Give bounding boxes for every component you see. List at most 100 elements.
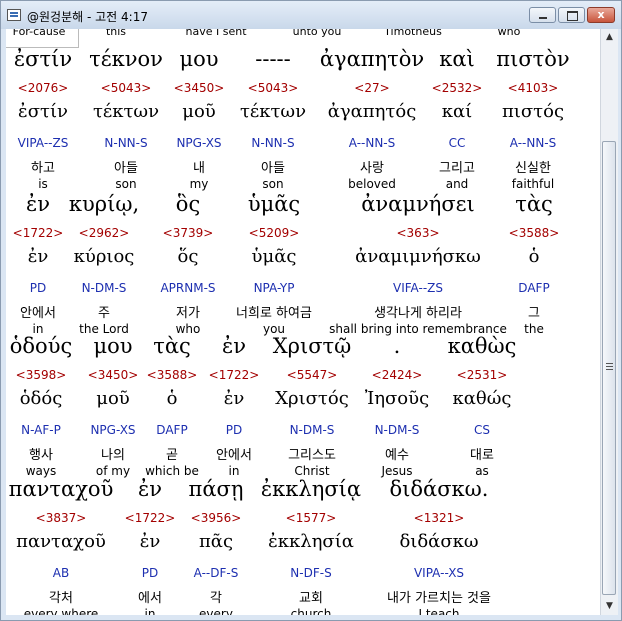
strong-number[interactable]: <1722> — [209, 368, 260, 382]
strong-number[interactable]: <3739> — [163, 226, 214, 240]
strong-number[interactable]: <5043> — [101, 81, 152, 95]
minimize-button[interactable] — [529, 7, 556, 23]
morph-code: NPG-XS — [176, 136, 222, 150]
strong-number[interactable]: <2531> — [457, 368, 508, 382]
lemma-word: καθώς — [452, 388, 512, 409]
morph-code: DAFP — [518, 281, 550, 295]
morph-code: N-DM-S — [374, 423, 420, 437]
korean-gloss: 주 — [98, 306, 110, 321]
strong-number[interactable]: <1722> — [13, 226, 64, 240]
greek-word: καὶ — [439, 47, 475, 71]
korean-gloss: 내 — [193, 161, 205, 176]
strong-number[interactable]: <3450> — [88, 368, 139, 382]
morph-code: AB — [52, 566, 70, 580]
window-title: @원겅분해 - 고전 4:17 — [27, 10, 148, 24]
strong-number[interactable]: <27> — [354, 81, 389, 95]
vertical-scrollbar[interactable]: ▲ ▼ — [600, 29, 618, 615]
grip-line — [606, 363, 613, 364]
scroll-thumb[interactable] — [602, 141, 616, 595]
morph-code: A--NN-S — [509, 136, 557, 150]
english-gloss: church — [290, 607, 332, 615]
lemma-word: διδάσκω — [399, 531, 479, 552]
greek-word: ἀναμνήσει — [361, 192, 475, 216]
korean-gloss: 행사 — [29, 448, 53, 463]
strong-number[interactable]: <5043> — [248, 81, 299, 95]
lemma-word: μοῦ — [182, 101, 216, 122]
strong-number[interactable]: <3588> — [509, 226, 560, 240]
greek-word: ----- — [255, 47, 291, 71]
english-gloss: my — [189, 177, 209, 191]
scroll-up-icon[interactable]: ▲ — [602, 30, 617, 45]
lemma-word: ἀναμιμνήσκω — [355, 246, 481, 267]
interlinear-view[interactable]: For-cause this have I sent unto you Timotheu… — [6, 29, 600, 615]
strong-number[interactable]: <2962> — [79, 226, 130, 240]
korean-gloss: 그리고 — [439, 161, 475, 176]
strong-number[interactable]: <2424> — [372, 368, 423, 382]
korean-gloss: 대로 — [470, 448, 494, 463]
korean-gloss: 사랑 — [360, 161, 384, 176]
close-button[interactable]: x — [587, 7, 615, 23]
greek-word: . — [393, 334, 401, 358]
morph-code: VIPA--ZS — [17, 136, 69, 150]
header-gloss: this — [105, 29, 127, 38]
strong-number[interactable]: <1321> — [414, 511, 465, 525]
strong-number[interactable]: <3588> — [147, 368, 198, 382]
greek-word: ἐν — [25, 192, 51, 216]
greek-word: ἐν — [137, 477, 163, 501]
strong-number[interactable]: <1722> — [125, 511, 176, 525]
english-gloss: every — [199, 607, 233, 615]
strong-number[interactable]: <5547> — [287, 368, 338, 382]
strong-number[interactable]: <5209> — [249, 226, 300, 240]
header-gloss: have I sent — [185, 29, 247, 38]
morph-code: PD — [225, 423, 243, 437]
greek-word: ἐν — [221, 334, 247, 358]
greek-word: διδάσκω. — [389, 477, 489, 501]
morph-code: APRNM-S — [160, 281, 216, 295]
morph-code: N-NN-S — [251, 136, 295, 150]
english-gloss: beloved — [348, 177, 396, 191]
greek-word: τὰς — [153, 334, 191, 358]
strong-number[interactable]: <363> — [396, 226, 439, 240]
lemma-word: ἐν — [27, 246, 49, 267]
strong-number[interactable]: <3956> — [191, 511, 242, 525]
grip-line — [606, 369, 613, 370]
english-gloss: of my — [95, 464, 131, 478]
morph-code: NPG-XS — [90, 423, 136, 437]
lemma-word: κύριος — [73, 246, 135, 267]
greek-word: κυρίῳ, — [68, 192, 140, 216]
strong-number[interactable]: <2532> — [432, 81, 483, 95]
scroll-down-icon[interactable]: ▼ — [602, 599, 617, 614]
english-gloss: in — [144, 607, 156, 615]
english-gloss: which be — [145, 464, 199, 478]
greek-word: ἐκκλησίᾳ — [260, 477, 362, 501]
header-gloss: Timotheus — [384, 29, 442, 38]
title-bar[interactable]: @원겅분해 - 고전 4:17 x — [1, 1, 621, 29]
strong-number[interactable]: <1577> — [286, 511, 337, 525]
english-gloss: faithful — [511, 177, 555, 191]
english-gloss: as — [475, 464, 489, 478]
strong-number[interactable]: <4103> — [508, 81, 559, 95]
lemma-word: ὅς — [177, 246, 199, 267]
english-gloss: the — [524, 322, 544, 336]
greek-word: Χριστῷ — [272, 334, 352, 358]
greek-word: καθὼς — [447, 334, 517, 358]
english-gloss: son — [115, 177, 137, 191]
english-gloss: is — [38, 177, 48, 191]
lemma-word: ἐστίν — [18, 101, 68, 122]
korean-gloss: 내가 가르치는 것을 — [387, 591, 491, 606]
strong-number[interactable]: <3450> — [174, 81, 225, 95]
korean-gloss: 그 — [528, 306, 540, 321]
english-gloss: ways — [25, 464, 57, 478]
greek-word: τὰς — [515, 192, 553, 216]
lemma-word: μοῦ — [96, 388, 130, 409]
maximize-button[interactable] — [558, 7, 585, 23]
strong-number[interactable]: <2076> — [18, 81, 69, 95]
greek-word: ἐστίν — [13, 47, 73, 71]
greek-word: ὑμᾶς — [247, 192, 301, 216]
english-gloss: Jesus — [381, 464, 413, 478]
app-window: @원겅분해 - 고전 4:17 x For-cause this have I se… — [0, 0, 622, 621]
morph-code: N-DF-S — [290, 566, 332, 580]
strong-number[interactable]: <3598> — [16, 368, 67, 382]
strong-number[interactable]: <3837> — [36, 511, 87, 525]
greek-word: ὁδούς — [9, 334, 73, 358]
